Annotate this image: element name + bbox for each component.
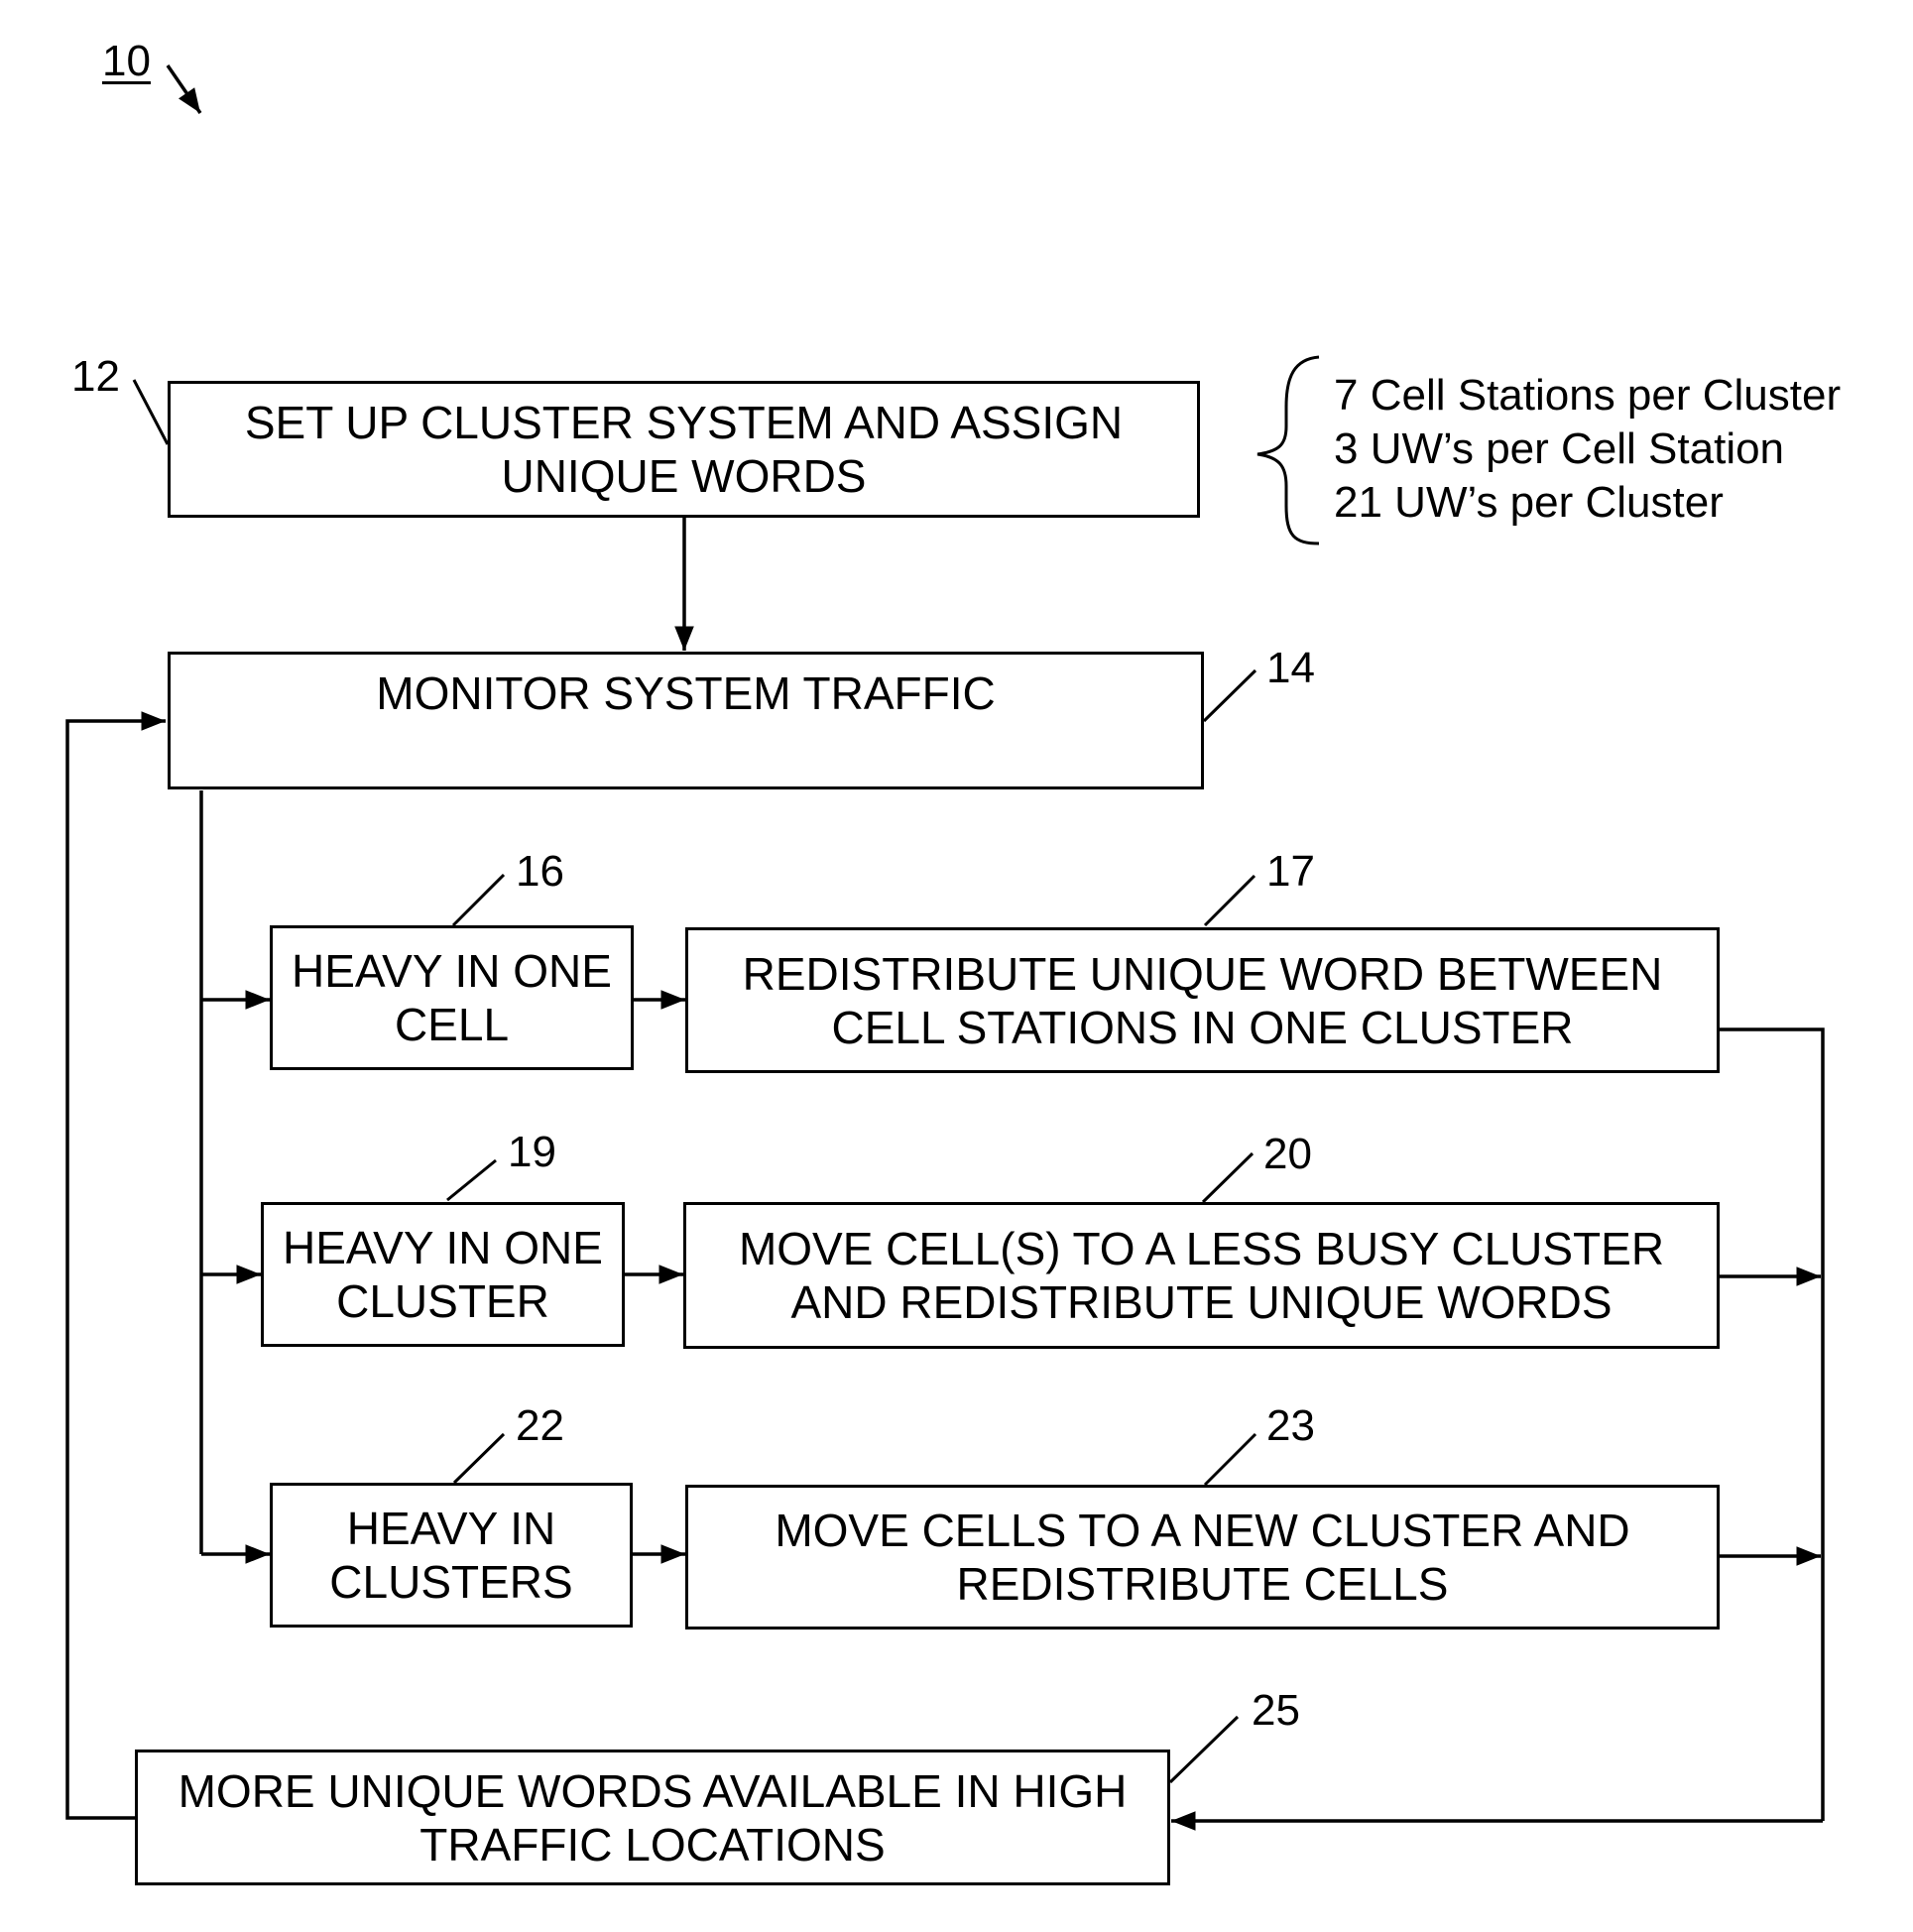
ref-22: 22 (516, 1401, 564, 1450)
figure-ref-arrow (166, 64, 202, 114)
ref-23: 23 (1266, 1401, 1315, 1450)
annotation-line-1: 7 Cell Stations per Cluster (1334, 371, 1842, 420)
step-25-label: MORE UNIQUE WORDS AVAILABLE IN HIGH TRAF… (178, 1764, 1128, 1871)
step-23-label: MOVE CELLS TO A NEW CLUSTER AND REDISTRI… (775, 1505, 1630, 1610)
leader-19 (446, 1158, 497, 1202)
ref-16: 16 (516, 847, 564, 896)
step-22-heavy-clusters-box: HEAVY IN CLUSTERS (270, 1483, 633, 1628)
step-22-label: HEAVY IN CLUSTERS (329, 1503, 573, 1608)
ref-19: 19 (508, 1128, 556, 1176)
leader-14 (1202, 668, 1257, 723)
step-17-label: REDISTRIBUTE UNIQUE WORD BETWEEN CELL ST… (742, 947, 1663, 1053)
leader-23 (1203, 1432, 1257, 1487)
step-19-heavy-one-cluster-box: HEAVY IN ONE CLUSTER (261, 1202, 625, 1347)
ref-25: 25 (1252, 1686, 1300, 1735)
ref-20: 20 (1263, 1130, 1312, 1178)
step-20-label: MOVE CELL(S) TO A LESS BUSY CLUSTER AND … (738, 1223, 1665, 1328)
leader-17 (1203, 874, 1256, 927)
ref-14: 14 (1266, 644, 1315, 692)
step-16-heavy-one-cell-box: HEAVY IN ONE CELL (270, 925, 634, 1070)
step-20-move-cells-box: MOVE CELL(S) TO A LESS BUSY CLUSTER AND … (683, 1202, 1720, 1349)
step-14-label: MONITOR SYSTEM TRAFFIC (376, 667, 996, 719)
ref-12: 12 (71, 352, 120, 401)
figure-reference: 10 (102, 37, 151, 85)
step-14-monitor-traffic-box: MONITOR SYSTEM TRAFFIC (168, 652, 1204, 789)
bus-17-to-25 (1720, 1027, 1825, 1821)
ref-17: 17 (1266, 847, 1315, 896)
leader-16 (451, 873, 506, 927)
step-25-more-unique-words-box: MORE UNIQUE WORDS AVAILABLE IN HIGH TRAF… (135, 1750, 1170, 1885)
step-12-label: SET UP CLUSTER SYSTEM AND ASSIGN UNIQUE … (244, 397, 1124, 502)
leader-22 (452, 1432, 506, 1485)
leader-12 (132, 379, 170, 445)
step-19-label: HEAVY IN ONE CLUSTER (283, 1222, 603, 1327)
step-17-redistribute-box: REDISTRIBUTE UNIQUE WORD BETWEEN CELL ST… (685, 927, 1720, 1073)
feedback-loop (65, 711, 166, 1820)
leader-25 (1168, 1715, 1240, 1784)
step-16-label: HEAVY IN ONE CELL (292, 945, 612, 1050)
step-23-new-cluster-box: MOVE CELLS TO A NEW CLUSTER AND REDISTRI… (685, 1485, 1720, 1630)
step-12-setup-cluster-box: SET UP CLUSTER SYSTEM AND ASSIGN UNIQUE … (168, 381, 1200, 518)
annotation-line-3: 21 UW’s per Cluster (1334, 478, 1724, 527)
leader-20 (1201, 1151, 1255, 1204)
curly-brace (1256, 355, 1320, 545)
annotation-line-2: 3 UW’s per Cell Station (1334, 424, 1785, 473)
